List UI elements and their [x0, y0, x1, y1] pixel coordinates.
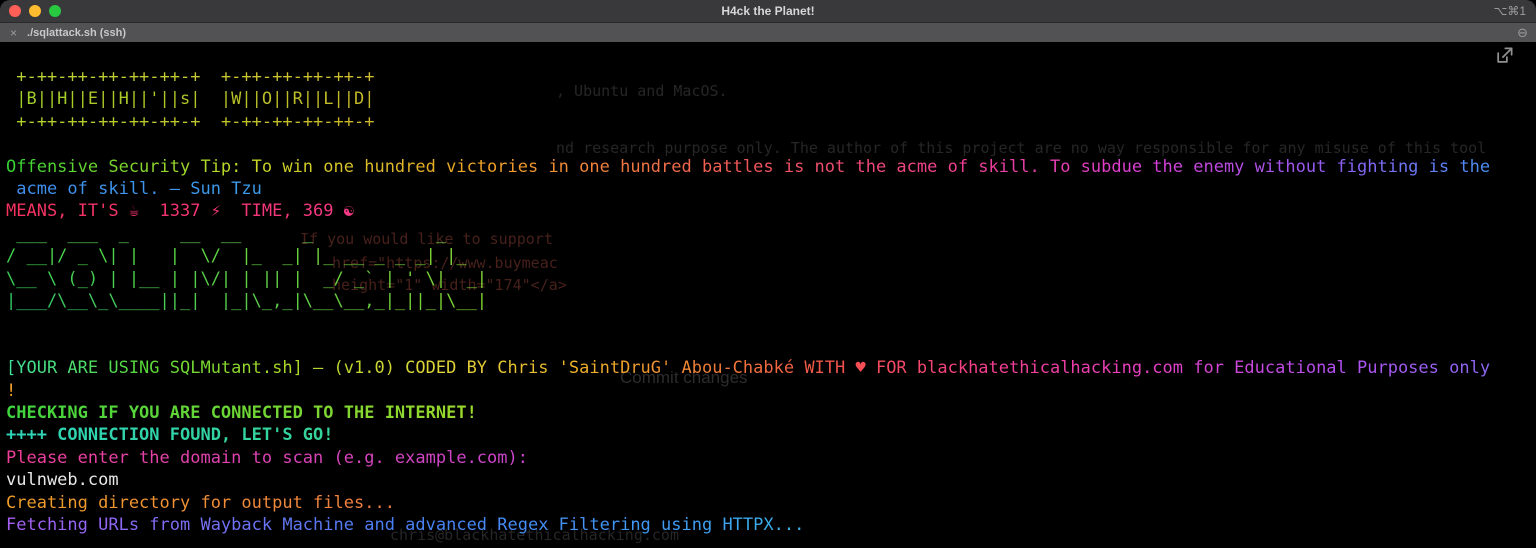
- titlebar[interactable]: H4ck the Planet! ⌥⌘1: [0, 0, 1536, 23]
- credit-line: [YOUR ARE USING SQLMutant.sh] — (v1.0) C…: [6, 357, 1536, 379]
- ascii-logo-line: / __|/ _ \| | | \/ |_ _| |_ __ _ _ _| |_: [6, 245, 1536, 267]
- status-line-checking: CHECKING IF YOU ARE CONNECTED TO THE INT…: [6, 402, 1536, 424]
- window-title: H4ck the Planet!: [721, 4, 815, 18]
- security-tip-line: acme of skill. — Sun Tzu: [6, 178, 1536, 200]
- traffic-lights: [9, 5, 61, 17]
- external-link-icon[interactable]: [1495, 46, 1514, 69]
- ascii-banner-line: |B||H||E||H||'||s| |W||O||R||L||D|: [6, 88, 1536, 110]
- ascii-banner-line: +-++-++-++-++-++-+ +-++-++-++-++-+: [6, 66, 1536, 88]
- collapse-icon[interactable]: ⊖: [1517, 25, 1528, 41]
- close-button[interactable]: [9, 5, 21, 17]
- ascii-logo-line: \__ \ (_) | |__ | |\/| | || | _/ _` | ' …: [6, 268, 1536, 290]
- status-line-fetching: Fetching URLs from Wayback Machine and a…: [6, 514, 1536, 536]
- security-tip-line: Offensive Security Tip: To win one hundr…: [6, 156, 1536, 178]
- status-line-creating: Creating directory for output files...: [6, 492, 1536, 514]
- tab-bar[interactable]: × ./sqlattack.sh (ssh) ⊖: [0, 23, 1536, 42]
- terminal-output: +-++-++-++-++-++-+ +-++-++-++-++-+ |B||H…: [0, 42, 1536, 536]
- terminal-content[interactable]: , Ubuntu and MacOS. nd research purpose …: [0, 42, 1536, 548]
- ascii-logo-line: |___/\__\_\____||_| |_|\_,_|\__\__,_|_||…: [6, 290, 1536, 312]
- keyboard-shortcut-hint: ⌥⌘1: [1493, 4, 1526, 18]
- tab-title[interactable]: ./sqlattack.sh (ssh): [27, 27, 126, 39]
- credit-line-wrap: !: [6, 380, 17, 401]
- user-input-line: vulnweb.com: [6, 470, 119, 491]
- ascii-logo-line: ___ ___ _ __ __ _ _: [6, 223, 1536, 245]
- terminal-window: H4ck the Planet! ⌥⌘1 × ./sqlattack.sh (s…: [0, 0, 1536, 548]
- zoom-button[interactable]: [49, 5, 61, 17]
- leet-time-line: MEANS, IT'S ☕ 1337 ⚡ TIME, 369 ☯: [6, 200, 1536, 222]
- ascii-banner-line: +-++-++-++-++-++-+ +-++-++-++-++-+: [6, 111, 1536, 133]
- status-line-connection: ++++ CONNECTION FOUND, LET'S GO!: [6, 424, 1536, 446]
- minimize-button[interactable]: [29, 5, 41, 17]
- prompt-line: Please enter the domain to scan (e.g. ex…: [6, 447, 1536, 469]
- tab-close-icon[interactable]: ×: [10, 26, 17, 40]
